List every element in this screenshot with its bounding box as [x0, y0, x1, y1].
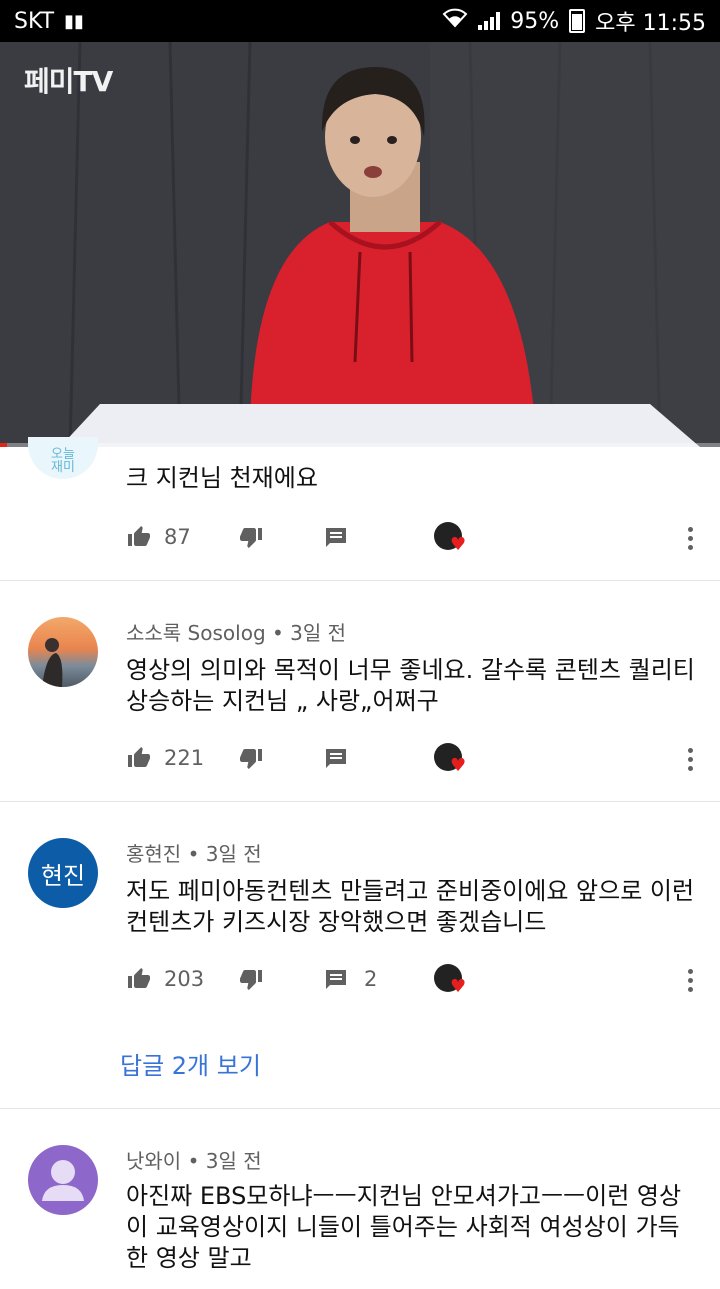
comment-actions: 87 ♥: [126, 520, 706, 554]
comment-time: 3일 전: [205, 842, 262, 866]
video-frame: [0, 42, 720, 447]
avatar[interactable]: 현진: [28, 838, 98, 908]
heart-icon: ♥: [450, 755, 467, 776]
creator-heart: ♥: [434, 522, 467, 555]
more-options-button[interactable]: [686, 969, 694, 992]
wifi-icon: [442, 8, 468, 34]
clock: 오후 11:55: [595, 11, 706, 36]
reply-button[interactable]: [324, 526, 434, 548]
comment-actions: 203 2 ♥: [126, 962, 706, 996]
comment-text: 저도 페미아동컨텐츠 만들려고 준비중이에요 앞으로 이런 컨텐츠가 키즈시장 …: [126, 877, 695, 936]
meta-separator: •: [187, 1149, 206, 1173]
dislike-button[interactable]: [238, 967, 324, 991]
like-button[interactable]: 221: [126, 746, 238, 770]
comment-time: 3일 전: [290, 621, 347, 645]
heart-icon: ♥: [450, 976, 467, 997]
comment-author[interactable]: 홍현진: [126, 842, 181, 866]
meta-separator: •: [187, 842, 206, 866]
reply-button[interactable]: 2: [324, 967, 434, 991]
comment-actions: 221 ♥: [126, 741, 706, 775]
reply-button[interactable]: [324, 747, 434, 769]
default-user-icon: [42, 1160, 84, 1201]
comment-item: 오늘 재미 크 지컨님 천재에요 87 ♥: [0, 437, 720, 581]
comment-item: 소소록 Sosolog • 3일 전 영상의 의미와 목적이 너무 좋네요. 갈…: [0, 581, 720, 802]
comments-list: 오늘 재미 크 지컨님 천재에요 87 ♥ 소소록 Sosolog • 3일 전…: [0, 437, 720, 1289]
comment-meta: 소소록 Sosolog • 3일 전: [126, 617, 346, 646]
notification-icon: ▮▮: [64, 10, 84, 32]
comment-author[interactable]: 낫와이: [126, 1149, 181, 1173]
meta-separator: •: [272, 621, 291, 645]
comment-item: 현진 홍현진 • 3일 전 저도 페미아동컨텐츠 만들려고 준비중이에요 앞으로…: [0, 802, 720, 1109]
comment-meta: 낫와이 • 3일 전: [126, 1145, 262, 1174]
battery-icon: [569, 9, 586, 33]
more-options-button[interactable]: [686, 527, 694, 550]
comment-text: 영상의 의미와 목적이 너무 좋네요. 갈수록 콘텐츠 퀄리티 상승하는 지컨님…: [126, 656, 695, 715]
signal-icon: [478, 12, 501, 30]
like-count: 221: [164, 746, 205, 770]
dislike-button[interactable]: [238, 525, 324, 549]
creator-heart: ♥: [434, 964, 467, 997]
creator-heart: ♥: [434, 743, 467, 776]
view-replies-link[interactable]: 답글 2개 보기: [120, 1046, 261, 1081]
reply-icon: [326, 970, 346, 989]
avatar-text: 현진: [40, 861, 86, 890]
video-player[interactable]: 페미TV: [0, 42, 720, 447]
channel-logo: 페미TV: [24, 65, 113, 98]
thumb-down-icon: [240, 528, 262, 548]
thumb-up-icon: [128, 968, 150, 988]
carrier-label: SKT: [14, 8, 55, 34]
avatar[interactable]: [28, 617, 98, 687]
thumb-up-icon: [128, 747, 150, 767]
comment-time: 3일 전: [205, 1149, 262, 1173]
like-count: 87: [164, 525, 191, 549]
thumb-down-icon: [240, 749, 262, 769]
comment-meta: 홍현진 • 3일 전: [126, 838, 262, 867]
like-button[interactable]: 87: [126, 525, 238, 549]
more-options-button[interactable]: [686, 748, 694, 771]
reply-icon: [326, 528, 346, 547]
avatar-text: 오늘 재미: [51, 447, 75, 475]
battery-percent: 95%: [510, 8, 560, 34]
thumb-down-icon: [240, 970, 262, 990]
comment-text: 아진짜 EBS모하냐ㅡㅡ지컨님 안모셔가고ㅡㅡ이런 영상이 교육영상이지 니들이…: [126, 1182, 682, 1272]
avatar[interactable]: [28, 1145, 98, 1215]
comment-author[interactable]: 소소록 Sosolog: [126, 621, 266, 645]
comment-text: 크 지컨님 천재에요: [126, 464, 318, 492]
avatar-photo: [42, 638, 63, 687]
dislike-button[interactable]: [238, 746, 324, 770]
status-bar: SKT ▮▮ 95% 오후 11:55: [0, 0, 720, 42]
reply-icon: [326, 749, 346, 768]
like-count: 203: [164, 967, 205, 991]
heart-icon: ♥: [450, 534, 467, 555]
like-button[interactable]: 203: [126, 967, 238, 991]
avatar[interactable]: 오늘 재미: [28, 437, 98, 479]
thumb-up-icon: [128, 526, 150, 546]
reply-count: 2: [364, 967, 378, 991]
comment-item: 낫와이 • 3일 전 아진짜 EBS모하냐ㅡㅡ지컨님 안모셔가고ㅡㅡ이런 영상이…: [0, 1109, 720, 1289]
